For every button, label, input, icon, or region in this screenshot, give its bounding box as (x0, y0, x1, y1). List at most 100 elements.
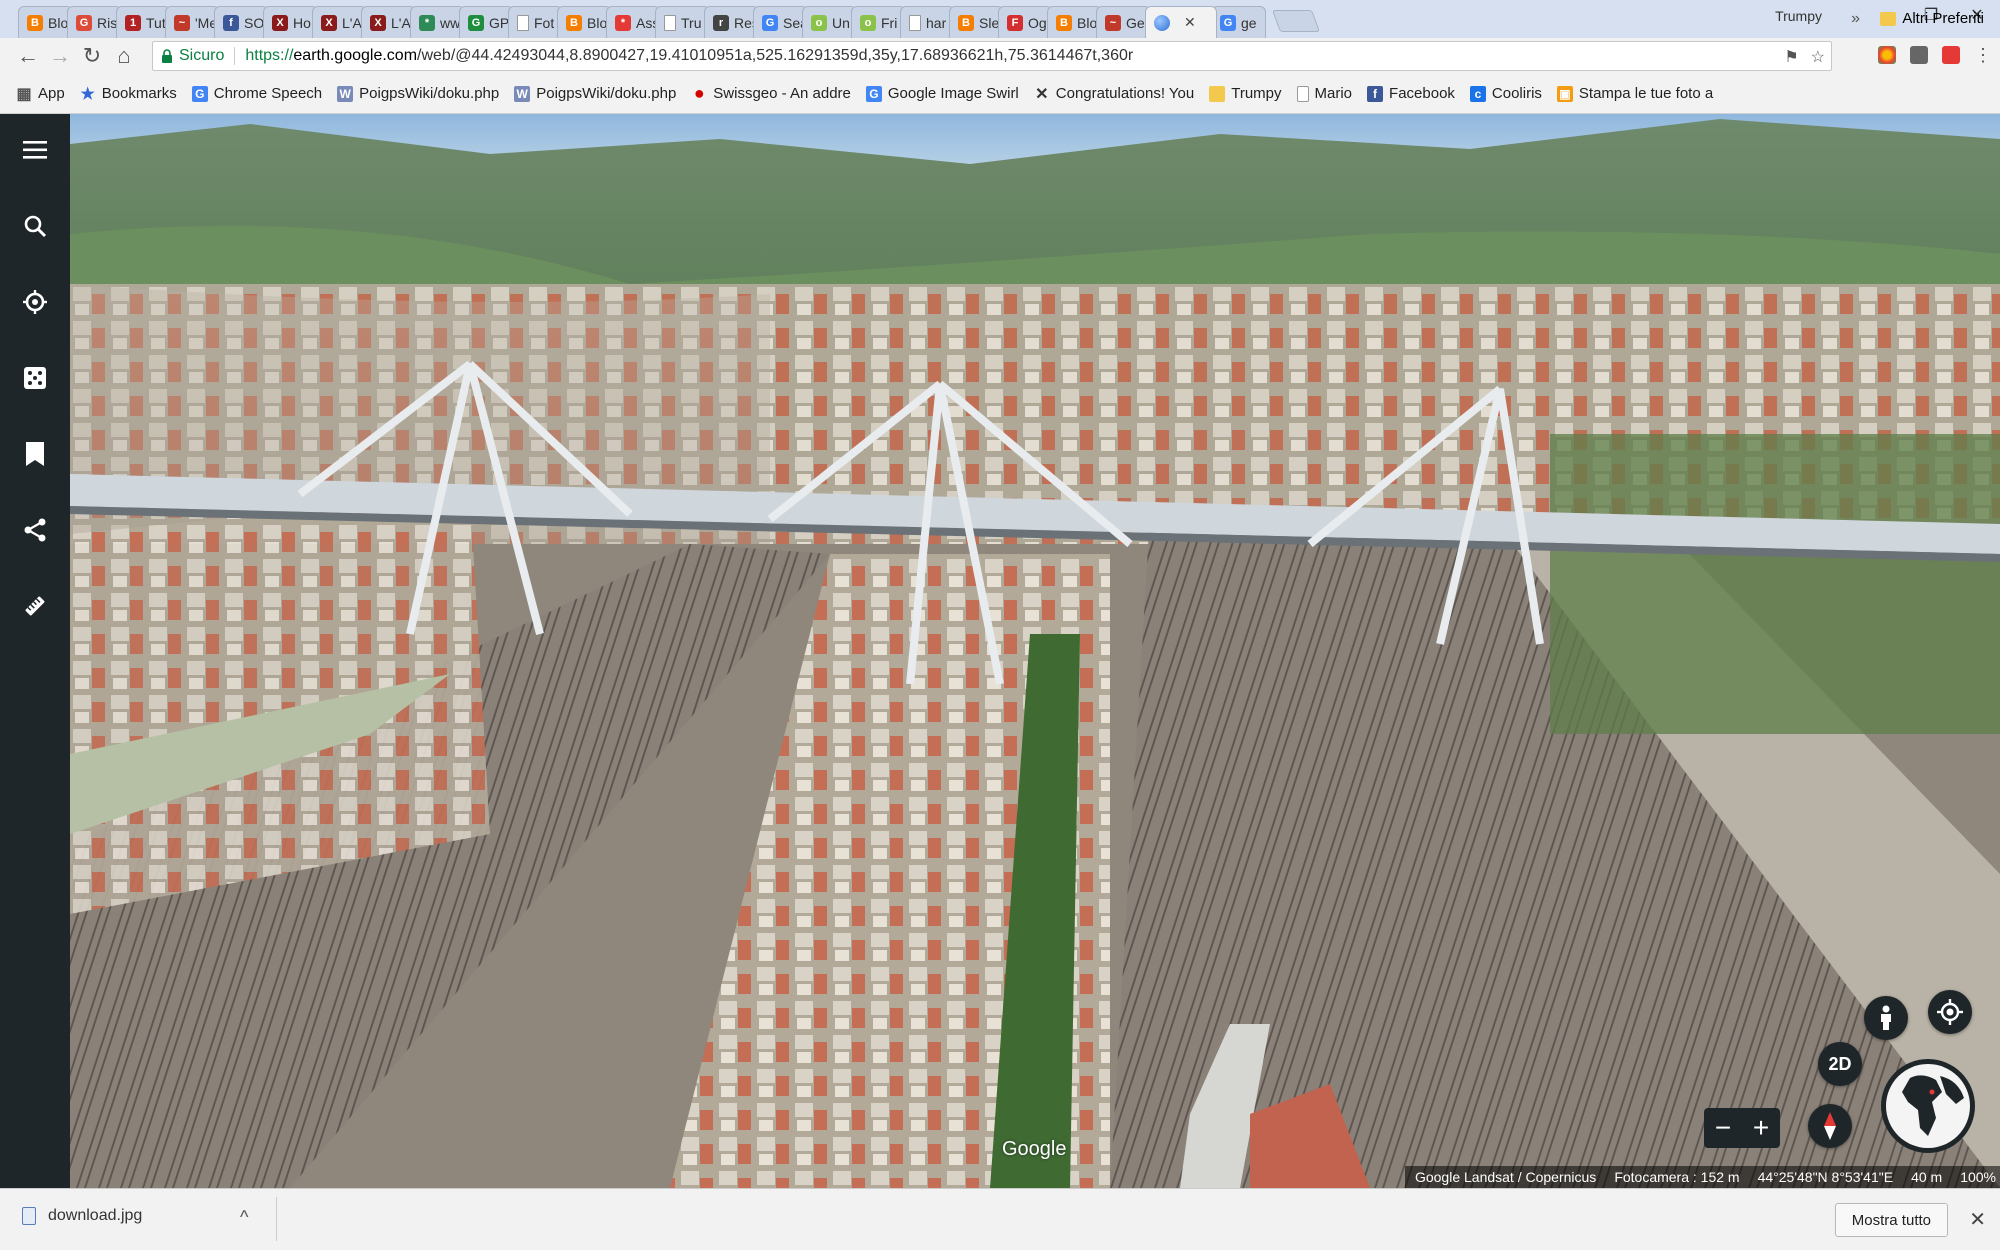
crest-icon: X (272, 14, 288, 31)
bookmark-item[interactable]: G Google Image Swirl (865, 85, 1019, 102)
attribution[interactable]: Google Landsat / Copernicus (1415, 1169, 1596, 1185)
bookmark-item[interactable]: W PoigpsWiki/doku.php (514, 85, 676, 102)
google-icon: G (762, 14, 778, 31)
browser-tab[interactable]: f SO (214, 6, 269, 38)
omnibox-actions: ⚑ ☆ (1784, 47, 1825, 67)
camera-altitude: Fotocamera : 152 m (1614, 1169, 1740, 1185)
translate-icon[interactable]: ⚑ (1784, 47, 1798, 67)
download-item[interactable]: download.jpg (22, 1207, 142, 1225)
globe-icon[interactable] (1880, 1058, 1976, 1154)
browser-tab[interactable]: G Sea (753, 6, 808, 38)
browser-tab[interactable]: G Ris (67, 6, 122, 38)
share-icon[interactable] (17, 512, 53, 548)
zoom-out-button[interactable]: − (1715, 1112, 1731, 1144)
browser-tab[interactable]: B Blo (557, 6, 612, 38)
bookmark-label: App (38, 85, 65, 102)
bookmark-star-icon[interactable]: ☆ (1811, 47, 1825, 67)
profile-name[interactable]: Trumpy (1775, 8, 1822, 24)
address-bar[interactable]: Sicuro https://earth.google.com/web/@44.… (152, 41, 1832, 71)
browser-tab[interactable]: r Res (704, 6, 759, 38)
bookmark-item[interactable]: W PoigpsWiki/doku.php (337, 85, 499, 102)
tab-title: Blo (1077, 14, 1098, 31)
browser-tab[interactable]: Fot (508, 6, 563, 38)
bookmark-item[interactable]: f Facebook (1367, 85, 1455, 102)
url-host: earth.google.com (293, 47, 418, 64)
url-scheme: https:// (245, 47, 294, 64)
voyager-icon[interactable] (17, 284, 53, 320)
close-downloads-button[interactable]: ✕ (1969, 1207, 1986, 1232)
browser-tab[interactable]: X Ho (263, 6, 318, 38)
browser-tab[interactable]: ✕ (1145, 6, 1217, 38)
secure-indicator[interactable]: Sicuro (161, 47, 224, 65)
pocket-extension-icon[interactable] (1942, 46, 1960, 64)
browser-tab[interactable]: B Blo (18, 6, 73, 38)
feeling-lucky-icon[interactable] (17, 360, 53, 396)
bookmark-item[interactable]: G Chrome Speech (191, 85, 322, 102)
browser-tab[interactable]: o Un (802, 6, 857, 38)
tab-title: Fot (534, 14, 555, 31)
mail-extension-icon[interactable] (1910, 46, 1928, 64)
browser-tab[interactable]: F Og (998, 6, 1053, 38)
browser-tab[interactable]: B Sle (949, 6, 1004, 38)
new-tab-button[interactable] (1271, 10, 1321, 32)
bookmark-item[interactable]: Trumpy (1209, 85, 1282, 102)
bookmarks-overflow-button[interactable]: » (1851, 10, 1860, 28)
other-bookmarks[interactable]: Altri Preferiti (1880, 10, 1984, 27)
forward-button[interactable]: → (44, 40, 76, 72)
menu-icon[interactable] (17, 132, 53, 168)
bookmark-item[interactable]: ▣ Stampa le tue foto a (1556, 85, 1713, 102)
bookmark-item[interactable]: ● Swissgeo - An addre (691, 83, 851, 103)
url-text[interactable]: https://earth.google.com/web/@44.4249304… (245, 47, 1133, 65)
bookmark-item[interactable]: ▦ App (16, 85, 65, 103)
search-icon[interactable] (17, 208, 53, 244)
chrome-menu-icon[interactable]: ⋮ (1974, 46, 1992, 64)
reload-button[interactable]: ↻ (76, 40, 108, 72)
browser-tab[interactable]: har (900, 6, 955, 38)
bookmark-item[interactable]: c Cooliris (1469, 85, 1542, 102)
browser-tab[interactable]: ~ 'Me (165, 6, 220, 38)
browser-tab[interactable]: 1 Tut (116, 6, 171, 38)
browser-tab[interactable]: Gge (1211, 6, 1266, 38)
bookmark-label: PoigpsWiki/doku.php (536, 85, 677, 102)
browser-tab[interactable]: * Ass (606, 6, 661, 38)
back-button[interactable]: ← (12, 40, 44, 72)
scale-label: 40 m (1911, 1169, 1943, 1185)
projects-icon[interactable] (17, 436, 53, 472)
browser-tab[interactable]: X L'A (312, 6, 367, 38)
tab-title: Tut (146, 14, 166, 31)
bookmark-item[interactable]: Mario (1296, 85, 1353, 102)
bookmark-label: Cooliris (1491, 85, 1542, 102)
browser-tab[interactable]: Tru (655, 6, 710, 38)
close-tab-icon[interactable]: ✕ (1184, 14, 1196, 31)
wiki-icon: W (337, 85, 354, 102)
other-bookmarks-label: Altri Preferiti (1902, 10, 1984, 27)
browser-tab[interactable]: B Blo (1047, 6, 1102, 38)
bookmark-item[interactable]: ✕ Congratulations! You (1034, 85, 1194, 103)
street-view-pegman-button[interactable] (1864, 996, 1908, 1040)
browser-tab[interactable]: ~ Ge (1096, 6, 1151, 38)
download-options-chevron[interactable]: ^ (240, 1207, 248, 1228)
earth-viewport: 2D − + Google Google Landsat / Copernicu… (0, 114, 2000, 1188)
my-location-button[interactable] (1928, 990, 1972, 1034)
chrome-extension-icon[interactable] (1878, 46, 1896, 64)
measure-icon[interactable] (17, 588, 53, 624)
coordinates: 44°25'48"N 8°53'41"E (1757, 1169, 1894, 1185)
bookmark-label: Mario (1314, 85, 1353, 102)
bird-icon: ~ (1105, 14, 1121, 31)
browser-tab[interactable]: o Fri (851, 6, 906, 38)
divider (234, 47, 236, 65)
google-earth-icon (1154, 14, 1170, 31)
browser-tab[interactable]: X L'A (361, 6, 416, 38)
zoom-in-button[interactable]: + (1753, 1112, 1769, 1144)
tab-title: ww (440, 14, 461, 31)
toggle-2d-button[interactable]: 2D (1818, 1042, 1862, 1086)
browser-tab[interactable]: G GP (459, 6, 514, 38)
home-button[interactable]: ⌂ (108, 40, 140, 72)
tab-strip: B Blo G Ris 1 Tut ~ 'Me f SO X Ho X L'A X L'A * ww G GP Fot B… (0, 0, 2000, 38)
bookmark-item[interactable]: ★ Bookmarks (80, 85, 177, 103)
aerial-3d-view[interactable] (70, 114, 2000, 1188)
browser-tab[interactable]: * ww (410, 6, 465, 38)
compass-button[interactable] (1808, 1104, 1852, 1148)
show-all-downloads-button[interactable]: Mostra tutto (1834, 1203, 1948, 1237)
google-icon: G (191, 85, 208, 102)
